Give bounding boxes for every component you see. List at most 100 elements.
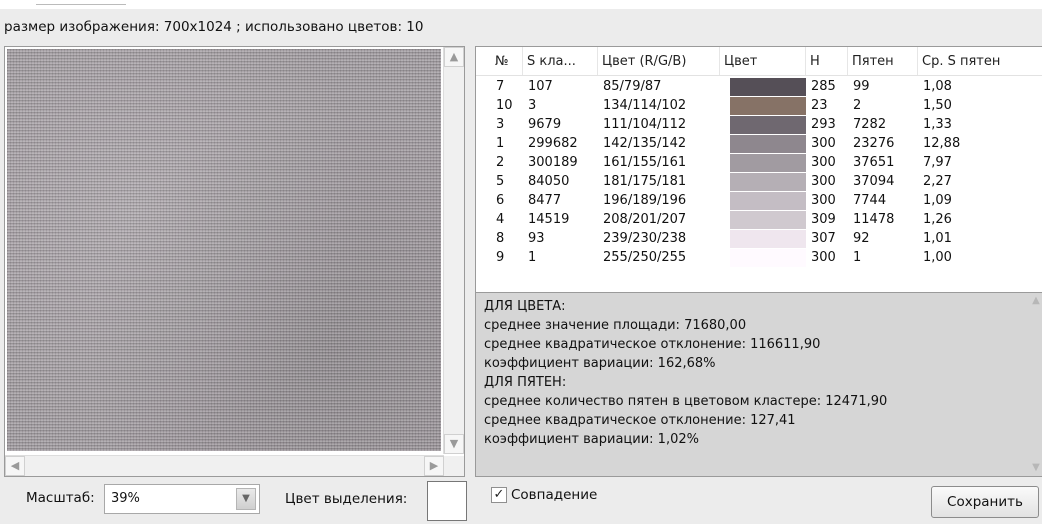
stats-scrollbar[interactable]: ▲ ▼ — [1029, 293, 1042, 476]
scroll-down-icon[interactable]: ▼ — [444, 434, 464, 454]
table-cell-num: 10 — [496, 98, 513, 113]
col-header-color[interactable]: Цвет — [720, 47, 806, 75]
table-row[interactable]: 6 8477 196/189/196 300 7744 1,09 — [476, 191, 1042, 210]
table-row[interactable]: 2 300189 161/155/161 300 37651 7,97 — [476, 153, 1042, 172]
table-cell-h: 300 — [811, 136, 836, 151]
table-cell-h: 309 — [811, 212, 836, 227]
resize-grip — [444, 456, 464, 476]
table-cell-rgb: 255/250/255 — [603, 250, 687, 265]
statistics-box[interactable]: ДЛЯ ЦВЕТА: среднее значение площади: 7168… — [475, 292, 1042, 477]
table-cell-s: 300189 — [528, 155, 578, 170]
stat-line: коэффициент вариации: 1,02% — [484, 432, 699, 447]
table-cell-h: 300 — [811, 155, 836, 170]
table-cell-s: 107 — [528, 79, 553, 94]
color-swatch — [730, 97, 806, 115]
col-header-spots[interactable]: Пятен — [848, 47, 918, 75]
image-preview — [7, 49, 441, 451]
table-cell-num: 2 — [496, 155, 505, 170]
table-cell-rgb: 134/114/102 — [603, 98, 687, 113]
color-swatch — [730, 173, 806, 191]
table-cell-num: 9 — [496, 250, 505, 265]
table-cell-avg: 1,26 — [923, 212, 952, 227]
table-row[interactable]: 3 9679 111/104/112 293 7282 1,33 — [476, 115, 1042, 134]
scroll-left-icon[interactable]: ◀ — [5, 456, 25, 476]
match-checkbox[interactable]: ✓ — [491, 487, 507, 503]
table-cell-avg: 1,33 — [923, 117, 952, 132]
table-cell-s: 14519 — [528, 212, 570, 227]
col-header-num[interactable]: № — [491, 47, 523, 75]
table-cell-spots: 7744 — [853, 193, 887, 208]
scale-value: 39% — [111, 491, 140, 506]
horizontal-scrollbar[interactable]: ◀ ▶ — [5, 455, 444, 476]
table-row[interactable]: 5 84050 181/175/181 300 37094 2,27 — [476, 172, 1042, 191]
table-cell-h: 300 — [811, 250, 836, 265]
scroll-right-icon[interactable]: ▶ — [424, 456, 444, 476]
vertical-scrollbar[interactable]: ▲ ▼ — [443, 47, 464, 454]
table-header: № S кла... Цвет (R/G/B) Цвет H Пятен Ср.… — [476, 47, 1042, 76]
stat-line: ДЛЯ ЦВЕТА: — [484, 299, 566, 314]
table-cell-avg: 12,88 — [923, 136, 961, 151]
table-row[interactable]: 8 93 239/230/238 307 92 1,01 — [476, 229, 1042, 248]
table-cell-avg: 1,09 — [923, 193, 952, 208]
table-cell-num: 6 — [496, 193, 505, 208]
highlight-color-label: Цвет выделения: — [285, 491, 408, 507]
table-cell-rgb: 239/230/238 — [603, 231, 687, 246]
match-label[interactable]: Совпадение — [511, 487, 597, 503]
table-cell-avg: 2,27 — [923, 174, 952, 189]
scroll-down-icon[interactable]: ▼ — [1029, 460, 1042, 476]
table-cell-s: 3 — [528, 98, 537, 113]
col-header-avg[interactable]: Ср. S пятен — [918, 47, 1042, 75]
table-cell-rgb: 181/175/181 — [603, 174, 687, 189]
table-cell-spots: 99 — [853, 79, 870, 94]
col-header-s[interactable]: S кла... — [523, 47, 598, 75]
table-cell-rgb: 161/155/161 — [603, 155, 687, 170]
table-row[interactable]: 9 1 255/250/255 300 1 1,00 — [476, 248, 1042, 267]
save-button[interactable]: Сохранить — [931, 486, 1039, 518]
scale-label: Масштаб: — [26, 490, 95, 506]
table-cell-avg: 1,00 — [923, 250, 952, 265]
table-cell-rgb: 208/201/207 — [603, 212, 687, 227]
scale-select[interactable]: 39% ▼ — [104, 484, 260, 514]
table-cell-avg: 7,97 — [923, 155, 952, 170]
color-swatch — [730, 230, 806, 248]
table-cell-avg: 1,08 — [923, 79, 952, 94]
table-cell-h: 23 — [811, 98, 828, 113]
table-cell-rgb: 196/189/196 — [603, 193, 687, 208]
color-swatch — [730, 249, 806, 267]
col-header-h[interactable]: H — [806, 47, 848, 75]
color-swatch — [730, 78, 806, 96]
color-table[interactable]: № S кла... Цвет (R/G/B) Цвет H Пятен Ср.… — [475, 46, 1042, 293]
window-top-strip — [0, 0, 1042, 9]
table-row[interactable]: 1 299682 142/135/142 300 23276 12,88 — [476, 134, 1042, 153]
table-cell-spots: 37094 — [853, 174, 895, 189]
bottom-toolbar: Масштаб: 39% ▼ Цвет выделения: ✓ Совпаде… — [0, 478, 1042, 524]
scroll-up-icon[interactable]: ▲ — [444, 47, 464, 67]
table-cell-s: 299682 — [528, 136, 578, 151]
table-cell-s: 9679 — [528, 117, 562, 132]
table-cell-spots: 23276 — [853, 136, 895, 151]
table-cell-h: 293 — [811, 117, 836, 132]
table-cell-rgb: 142/135/142 — [603, 136, 687, 151]
table-cell-rgb: 111/104/112 — [603, 117, 687, 132]
color-swatch — [730, 154, 806, 172]
table-row[interactable]: 7 107 85/79/87 285 99 1,08 — [476, 77, 1042, 96]
chevron-down-icon[interactable]: ▼ — [236, 488, 256, 510]
table-cell-avg: 1,50 — [923, 98, 952, 113]
check-icon: ✓ — [493, 487, 505, 502]
table-cell-h: 300 — [811, 193, 836, 208]
stat-line: среднее количество пятен в цветовом клас… — [484, 394, 888, 409]
table-cell-num: 4 — [496, 212, 505, 227]
color-swatch — [730, 211, 806, 229]
table-cell-s: 93 — [528, 231, 545, 246]
scroll-up-icon[interactable]: ▲ — [1029, 293, 1042, 309]
col-header-rgb[interactable]: Цвет (R/G/B) — [598, 47, 720, 75]
stat-line: среднее значение площади: 71680,00 — [484, 318, 747, 333]
table-row[interactable]: 10 3 134/114/102 23 2 1,50 — [476, 96, 1042, 115]
table-cell-h: 307 — [811, 231, 836, 246]
table-cell-spots: 37651 — [853, 155, 895, 170]
highlight-color-box[interactable] — [427, 481, 467, 521]
table-row[interactable]: 4 14519 208/201/207 309 11478 1,26 — [476, 210, 1042, 229]
table-cell-h: 285 — [811, 79, 836, 94]
image-preview-panel[interactable]: ▲ ▼ ◀ ▶ — [4, 46, 465, 477]
table-cell-s: 8477 — [528, 193, 562, 208]
